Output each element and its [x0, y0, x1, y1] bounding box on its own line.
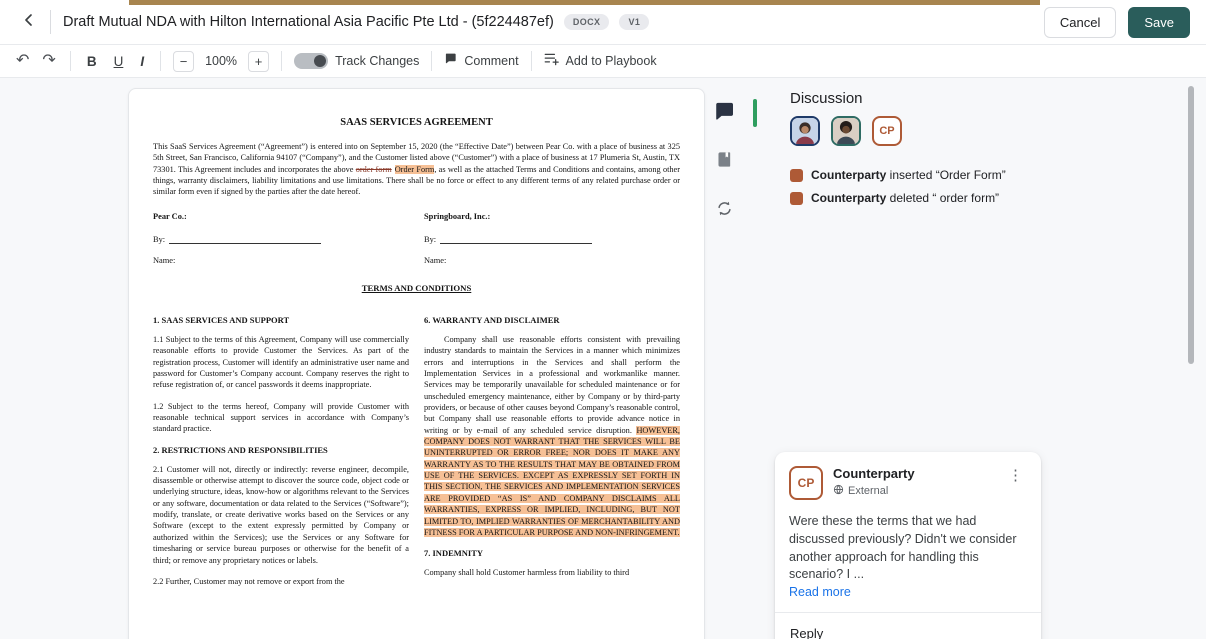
bold-button[interactable]: B	[83, 54, 101, 69]
sync-button[interactable]	[715, 199, 734, 223]
counterparty-avatar: CP	[872, 116, 902, 146]
discussion-panel: Discussion CP Counterparty inserted “Ord…	[790, 90, 1170, 205]
comment-bubble-icon	[714, 102, 734, 125]
divider	[160, 51, 162, 71]
globe-icon	[833, 484, 844, 498]
document-paragraph: 2.2 Further, Customer may not remove or …	[153, 576, 345, 586]
avatar	[831, 116, 861, 146]
kebab-menu-icon[interactable]: ⋮	[1004, 466, 1027, 485]
inserted-text: Order Form	[394, 164, 435, 174]
participant-avatars: CP	[790, 116, 1170, 146]
comments-tab-button[interactable]	[714, 102, 734, 125]
italic-button[interactable]: I	[136, 54, 148, 69]
section-heading: 2. RESTRICTIONS AND RESPONSIBILITIES	[153, 444, 328, 455]
active-tab-indicator	[753, 99, 757, 127]
track-changes-label: Track Changes	[335, 54, 420, 68]
redo-icon[interactable]: ↷	[40, 53, 57, 69]
document-paragraph: 1.1 Subject to the terms of this Agreeme…	[153, 334, 409, 390]
section-heading: 7. INDEMNITY	[424, 548, 484, 559]
divider	[530, 51, 532, 71]
avatar	[790, 116, 820, 146]
comment-card: CP Counterparty External ⋮ Were these th…	[775, 452, 1041, 639]
counterparty-color-swatch	[790, 168, 803, 182]
save-button[interactable]: Save	[1128, 6, 1190, 38]
by-label: By:	[424, 234, 437, 244]
underline-button[interactable]: U	[110, 54, 128, 69]
name-label: Name:	[153, 255, 176, 265]
sync-icon	[715, 199, 734, 223]
zoom-out-button[interactable]: −	[173, 50, 195, 72]
side-rail	[711, 102, 737, 223]
zoom-in-button[interactable]: +	[248, 50, 270, 72]
section-heading: 1. SAAS SERVICES AND SUPPORT	[153, 314, 290, 325]
signature-block: Pear Co.: By: Name: Springboard, Inc.: B…	[153, 212, 680, 265]
header: Draft Mutual NDA with Hilton Internation…	[0, 0, 1206, 45]
filetype-badge: DOCX	[563, 14, 610, 30]
track-changes-toggle[interactable]	[294, 53, 329, 69]
chevron-left-icon	[21, 12, 37, 33]
document-intro-paragraph: This SaaS Services Agreement (“Agreement…	[153, 142, 680, 197]
by-label: By:	[153, 234, 166, 244]
comment-label: Comment	[464, 54, 519, 68]
comment-icon	[444, 52, 457, 70]
divider	[431, 51, 433, 71]
document-page[interactable]: SAAS SERVICES AGREEMENT This SaaS Servic…	[128, 88, 705, 639]
track-changes-control: Track Changes	[294, 53, 419, 69]
scrollbar-thumb[interactable]	[1188, 86, 1194, 364]
version-badge: V1	[619, 14, 650, 30]
document-paragraph: Company shall use reasonable efforts con…	[424, 334, 680, 537]
reply-button[interactable]: Reply	[775, 612, 1041, 639]
signature-line	[169, 236, 322, 244]
undo-icon[interactable]: ↶	[14, 53, 31, 69]
party-name: Springboard, Inc.:	[424, 211, 491, 221]
read-more-link[interactable]: Read more	[789, 585, 1027, 599]
deleted-text: order form	[355, 164, 392, 174]
discussion-heading: Discussion	[790, 90, 863, 107]
change-log: Counterparty inserted “Order Form” Count…	[790, 168, 1170, 205]
divider	[281, 51, 283, 71]
document-column-left: 1. SAAS SERVICES AND SUPPORT 1.1 Subject…	[153, 307, 409, 597]
highlighted-text: HOWEVER, COMPANY DOES NOT WARRANT THAT T…	[424, 425, 680, 537]
counterparty-avatar: CP	[789, 466, 823, 500]
add-to-playbook-label: Add to Playbook	[565, 54, 657, 68]
document-column-right: 6. WARRANTY AND DISCLAIMER Company shall…	[424, 307, 680, 597]
cancel-button[interactable]: Cancel	[1043, 6, 1117, 38]
back-button[interactable]	[16, 9, 42, 35]
comment-text: Were these the terms that we had discuss…	[789, 514, 1017, 582]
divider	[69, 51, 71, 71]
comment-button[interactable]: Comment	[444, 52, 519, 70]
name-label: Name:	[424, 255, 447, 265]
change-entry: Counterparty deleted “ order form”	[790, 191, 1170, 205]
counterparty-color-swatch	[790, 191, 803, 205]
comment-author: Counterparty	[833, 466, 915, 481]
book-icon	[716, 151, 733, 173]
content-area: SAAS SERVICES AGREEMENT This SaaS Servic…	[0, 78, 1206, 639]
document-paragraph: 1.2 Subject to the terms hereof, Company…	[153, 401, 409, 434]
terms-heading: TERMS AND CONDITIONS	[361, 282, 472, 293]
add-to-playbook-icon	[544, 52, 559, 71]
top-accent-bar	[129, 0, 1040, 5]
party-name: Pear Co.:	[153, 211, 187, 221]
signature-line	[440, 236, 593, 244]
document-paragraph: Company shall hold Customer harmless fro…	[424, 568, 630, 578]
page-title: Draft Mutual NDA with Hilton Internation…	[63, 14, 554, 30]
document-paragraph: 2.1 Customer will not, directly or indir…	[153, 464, 409, 565]
section-heading: 6. WARRANTY AND DISCLAIMER	[424, 314, 560, 325]
playbook-tab-button[interactable]	[716, 151, 733, 173]
divider	[50, 10, 51, 34]
document-title: SAAS SERVICES AGREEMENT	[340, 117, 493, 128]
add-to-playbook-button[interactable]: Add to Playbook	[544, 52, 657, 71]
toolbar: ↶ ↷ B U I − 100% + Track Changes Comment…	[0, 45, 1206, 78]
external-label: External	[848, 485, 889, 497]
change-entry: Counterparty inserted “Order Form”	[790, 168, 1170, 182]
zoom-level: 100%	[205, 54, 238, 68]
